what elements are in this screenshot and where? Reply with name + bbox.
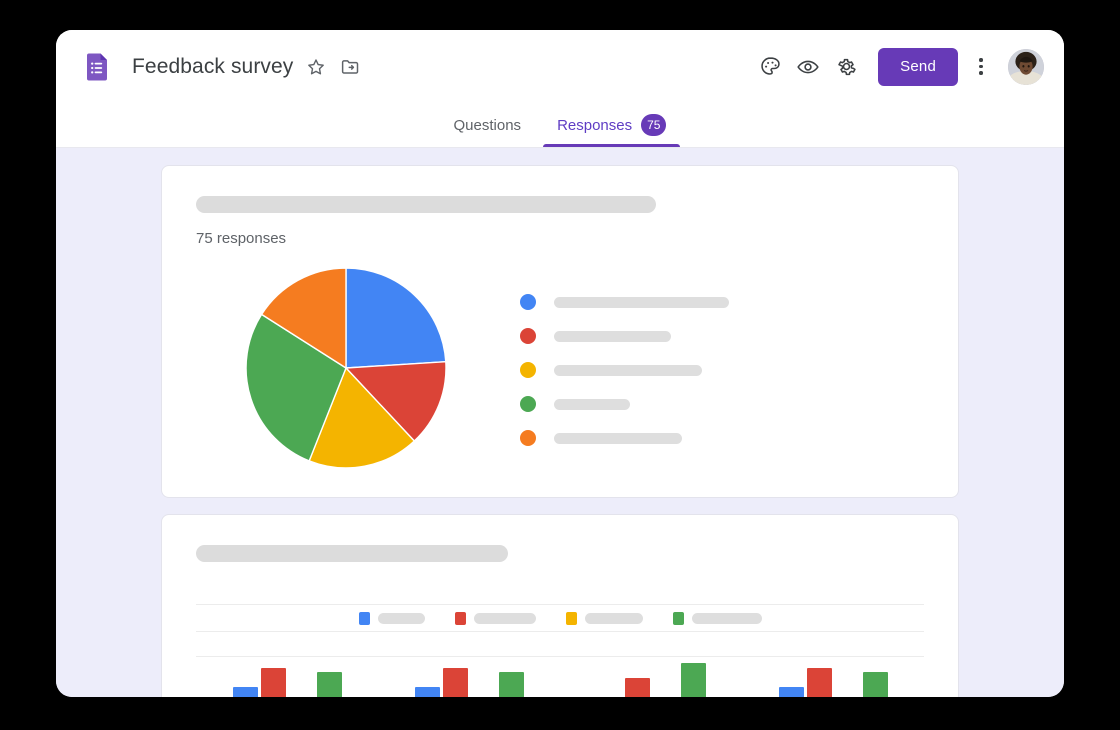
bar-red: [624, 678, 650, 697]
bar-chart[interactable]: [196, 646, 924, 697]
toolbar-right-group: Send: [752, 47, 1044, 86]
legend-item: [565, 611, 643, 625]
legend-color-dot-orange: [520, 430, 536, 446]
star-icon[interactable]: [301, 52, 331, 82]
bar-blue: [778, 687, 804, 697]
question-summary-card-2: [161, 514, 959, 697]
legend-label-placeholder: [377, 612, 425, 624]
bar-green: [498, 671, 524, 697]
legend-label-placeholder: [584, 612, 643, 624]
palette-icon[interactable]: [752, 49, 788, 85]
legend-color-swatch-green: [672, 611, 684, 625]
bar-blue: [232, 687, 258, 697]
tab-responses-label: Responses: [557, 116, 633, 134]
legend-item: [672, 611, 762, 625]
bar-chart-legend: [196, 604, 924, 632]
legend-color-dot-blue: [520, 294, 536, 310]
bar-group: [232, 646, 342, 697]
legend-item: [520, 362, 729, 378]
forms-app-window: Feedback survey Send Questions Responses…: [56, 30, 1064, 697]
bar-group: [414, 646, 524, 697]
tab-questions[interactable]: Questions: [440, 103, 536, 147]
legend-item: [520, 430, 729, 446]
toolbar-left-group: Feedback survey: [80, 50, 752, 84]
legend-label-placeholder: [554, 364, 702, 376]
legend-color-dot-yellow: [520, 362, 536, 378]
legend-color-swatch-yellow: [565, 611, 577, 625]
question-title-placeholder: [196, 196, 656, 213]
bar-green: [316, 671, 342, 697]
question-summary-card-1: 75 responses: [161, 165, 959, 498]
legend-item: [358, 611, 425, 625]
responses-count-label: 75 responses: [196, 230, 287, 247]
legend-label-placeholder: [691, 612, 762, 624]
more-vert-icon[interactable]: [966, 49, 996, 85]
question-title-placeholder: [196, 545, 508, 562]
bar-red: [806, 667, 832, 697]
bar-group: [597, 646, 706, 697]
legend-item: [520, 396, 729, 412]
pie-chart[interactable]: [196, 265, 496, 471]
responses-scroll-area[interactable]: 75 responses: [56, 148, 1064, 697]
pie-chart-region: [196, 265, 924, 471]
bar-groups: [196, 646, 924, 697]
legend-label-placeholder: [554, 398, 630, 410]
legend-color-swatch-red: [454, 611, 466, 625]
bar-group: [778, 646, 888, 697]
responses-count-badge: 75: [641, 114, 667, 136]
bar-green: [862, 671, 888, 697]
legend-label-placeholder: [554, 330, 671, 342]
legend-label-placeholder: [554, 296, 729, 308]
pie-legend: [520, 290, 729, 446]
tab-questions-label: Questions: [453, 116, 522, 134]
gear-icon[interactable]: [828, 49, 864, 85]
bar-red: [260, 667, 286, 697]
legend-item: [520, 294, 729, 310]
bar-blue: [414, 687, 440, 697]
legend-color-dot-red: [520, 328, 536, 344]
legend-label-placeholder: [473, 612, 536, 624]
legend-color-dot-green: [520, 396, 536, 412]
legend-label-placeholder: [554, 432, 682, 444]
legend-item: [454, 611, 536, 625]
send-button[interactable]: Send: [878, 47, 958, 86]
bar-green: [680, 663, 706, 697]
app-toolbar: Feedback survey Send: [56, 30, 1064, 103]
tab-strip: Questions Responses 75: [56, 103, 1064, 148]
eye-icon[interactable]: [790, 49, 826, 85]
document-title[interactable]: Feedback survey: [132, 55, 293, 79]
user-avatar[interactable]: [1008, 48, 1044, 85]
google-forms-icon[interactable]: [80, 50, 114, 84]
legend-color-swatch-blue: [358, 611, 370, 625]
tab-responses[interactable]: Responses 75: [543, 103, 681, 147]
move-to-folder-icon[interactable]: [335, 52, 365, 82]
bar-red: [442, 667, 468, 697]
legend-item: [520, 328, 729, 344]
